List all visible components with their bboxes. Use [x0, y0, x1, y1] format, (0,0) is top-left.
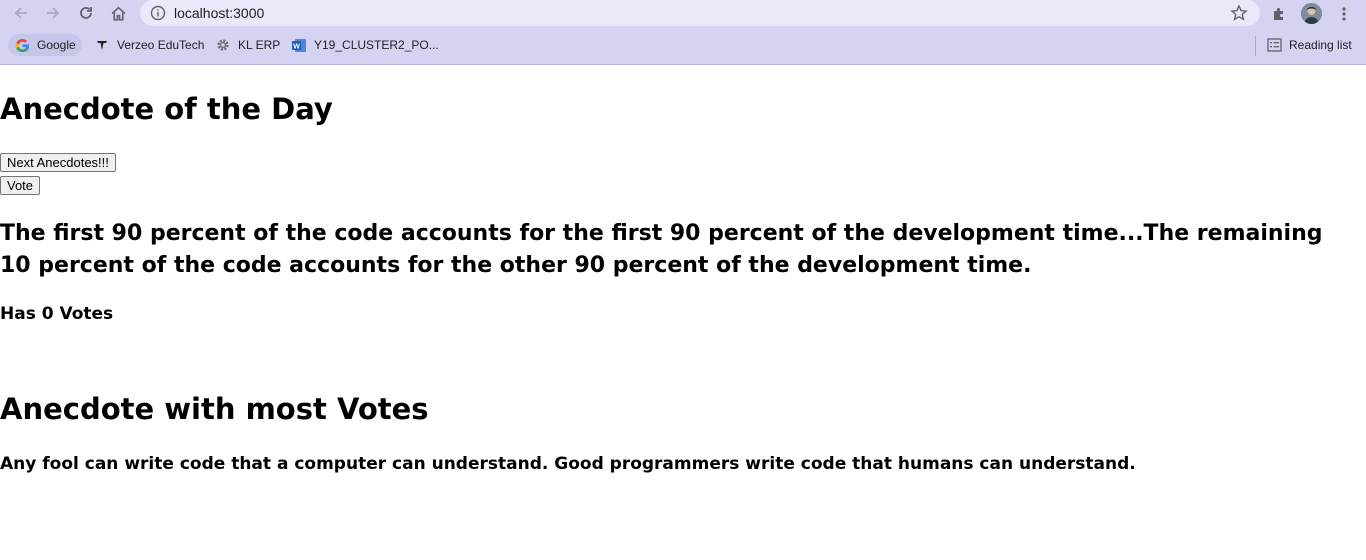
bookmark-google[interactable]: Google [8, 34, 82, 56]
reading-list-button[interactable]: Reading list [1260, 34, 1358, 56]
back-button[interactable] [10, 3, 32, 23]
bookmark-label: Verzeo EduTech [117, 38, 205, 52]
svg-text:W: W [293, 43, 300, 50]
arrow-right-icon [47, 7, 60, 19]
bookmark-star-icon[interactable] [1230, 4, 1248, 22]
forward-button[interactable] [42, 3, 64, 23]
url-text[interactable]: localhost:3000 [174, 5, 264, 21]
verzeo-icon [94, 37, 110, 53]
current-anecdote: The first 90 percent of the code account… [0, 221, 1323, 278]
reading-list-icon [1266, 37, 1282, 53]
info-icon[interactable] [150, 5, 166, 21]
bookmarks-bar: Google Verzeo EduTech KL ERP W Y19_CLUST… [0, 31, 1366, 59]
avatar-icon [1301, 3, 1322, 24]
home-icon [111, 6, 125, 21]
bookmark-label: Google [37, 38, 76, 52]
reload-button[interactable] [75, 3, 97, 23]
puzzle-icon [1274, 8, 1283, 20]
extensions-button[interactable] [1268, 3, 1290, 25]
next-anecdote-button[interactable]: Next Anecdotes!!! [0, 153, 116, 172]
arrow-left-icon [14, 7, 27, 19]
browser-menu-button[interactable] [1333, 3, 1355, 25]
google-icon [14, 37, 30, 53]
browser-chrome: localhost:3000 Google Verzeo EduTech KL … [0, 0, 1366, 65]
app-page: Anecdote of the Day Next Anecdotes!!! Vo… [0, 64, 1366, 560]
most-votes-title: Anecdote with most Votes [0, 392, 429, 426]
bookmark-label: Y19_CLUSTER2_PO... [314, 38, 439, 52]
vote-button[interactable]: Vote [0, 176, 41, 195]
page-title: Anecdote of the Day [0, 92, 333, 126]
vote-count: Has 0 Votes [0, 304, 114, 324]
profile-avatar[interactable] [1301, 3, 1322, 24]
bookmarks-divider [1255, 36, 1256, 56]
word-doc-icon: W [291, 37, 307, 53]
bookmark-kl-erp[interactable]: KL ERP [209, 34, 286, 56]
address-bar[interactable]: localhost:3000 [140, 0, 1260, 26]
home-button[interactable] [107, 3, 129, 23]
browser-toolbar: localhost:3000 [0, 0, 1366, 27]
gear-icon [215, 37, 231, 53]
bookmark-y19-cluster[interactable]: W Y19_CLUSTER2_PO... [285, 34, 445, 56]
most-voted-anecdote: Any fool can write code that a computer … [0, 454, 1136, 474]
bookmark-label: KL ERP [238, 38, 281, 52]
bookmark-verzeo[interactable]: Verzeo EduTech [88, 34, 210, 56]
reload-icon [80, 7, 92, 19]
more-vertical-icon [1342, 7, 1346, 21]
reading-list-label: Reading list [1289, 38, 1352, 52]
